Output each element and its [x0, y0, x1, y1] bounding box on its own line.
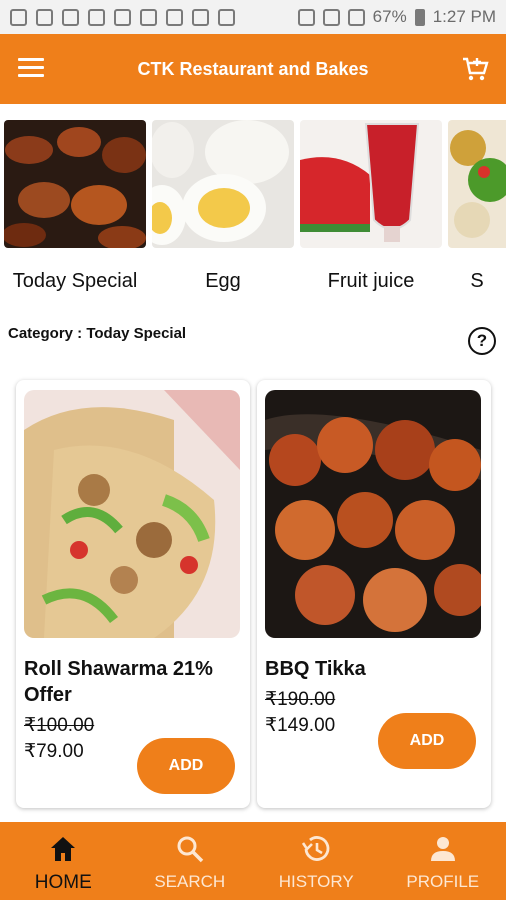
download-icon	[166, 8, 183, 26]
category-image	[300, 120, 442, 248]
category-image	[152, 120, 294, 248]
nav-label: HISTORY	[278, 872, 354, 891]
notification-icon	[140, 8, 157, 26]
alarm-icon	[297, 8, 315, 26]
add-button[interactable]: ADD	[378, 713, 476, 769]
category-heading: Category : Today Special	[8, 325, 187, 342]
product-name: BBQ Tikka	[265, 658, 366, 680]
notification-icon	[62, 8, 79, 26]
nav-history[interactable]: HISTORY	[253, 822, 380, 900]
old-price: ₹190.00	[265, 689, 336, 710]
category-label: Today Special	[12, 270, 138, 292]
nav-profile[interactable]: PROFILE	[380, 822, 506, 900]
product-image	[265, 390, 481, 638]
category-today-special[interactable]: Today Special	[4, 120, 146, 292]
old-price: ₹100.00	[24, 715, 95, 736]
category-image	[448, 120, 506, 248]
clock: 1:27 PM	[432, 7, 496, 26]
help-circle-icon[interactable]: ?	[468, 327, 496, 355]
product-card[interactable]: Roll Shawarma 21% Offer ₹100.00 ₹79.00 A…	[16, 380, 250, 808]
new-price: ₹79.00	[24, 741, 84, 762]
wifi-icon	[322, 8, 340, 26]
product-name: Roll Shawarma 21% Offer	[24, 658, 213, 706]
home-icon	[51, 837, 76, 861]
mail-icon	[88, 8, 105, 26]
search-icon	[177, 836, 203, 863]
notification-icon	[36, 8, 53, 26]
category-label: Egg	[205, 270, 241, 292]
history-icon	[302, 836, 330, 861]
new-price: ₹149.00	[265, 715, 336, 736]
cart-add-icon[interactable]	[460, 54, 490, 84]
product-card[interactable]: BBQ Tikka ₹190.00 ₹149.00 ADD	[257, 380, 491, 808]
notification-icon	[192, 8, 209, 26]
category-partial[interactable]: S	[448, 120, 506, 292]
battery-percent: 67%	[372, 7, 407, 26]
nav-label: PROFILE	[406, 872, 480, 891]
notification-icon	[10, 8, 27, 26]
category-fruit-juice[interactable]: Fruit juice	[300, 120, 442, 292]
status-bar: 67% 1:27 PM	[0, 0, 506, 34]
nav-label: SEARCH	[154, 872, 226, 891]
nav-label: HOME	[34, 872, 92, 893]
category-carousel[interactable]: Today Special Egg Fruit juice S	[0, 120, 506, 310]
app-bar: CTK Restaurant and Bakes	[0, 34, 506, 104]
notification-icon	[218, 8, 235, 26]
hamburger-menu-icon[interactable]	[18, 58, 44, 78]
gallery-icon	[114, 8, 131, 26]
category-label: S	[470, 270, 484, 292]
category-label: Fruit juice	[327, 270, 415, 292]
add-button[interactable]: ADD	[137, 738, 235, 794]
battery-icon	[414, 8, 425, 26]
bottom-navigation: HOME SEARCH HISTORY PROFILE	[0, 822, 506, 900]
app-title: CTK Restaurant and Bakes	[137, 58, 369, 79]
notification-icons	[10, 8, 235, 26]
product-image	[24, 390, 240, 638]
category-image	[4, 120, 146, 248]
signal-icon	[347, 8, 365, 26]
profile-icon	[430, 837, 455, 861]
nav-home[interactable]: HOME	[0, 822, 127, 900]
nav-search[interactable]: SEARCH	[127, 822, 254, 900]
category-egg[interactable]: Egg	[152, 120, 294, 292]
